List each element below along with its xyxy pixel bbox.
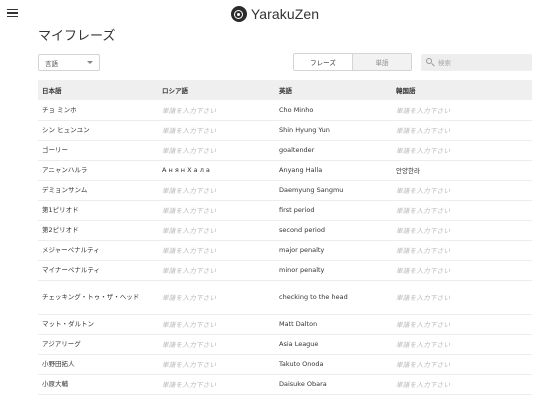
cell-russian[interactable]: 単語を入力下さい (158, 240, 275, 261)
cell-korean[interactable]: 안양한라 (392, 160, 532, 181)
brand-name: YarakuZen (250, 6, 320, 22)
cell-korean[interactable]: 単語を入力下さい (392, 220, 532, 241)
cell-russian[interactable]: 単語を入力下さい (158, 334, 275, 355)
search-box (421, 54, 532, 71)
table-row[interactable]: シン ヒュンユン 単語を入力下さい Shin Hyung Yun 単語を入力下さい (38, 120, 532, 141)
cell-english[interactable]: Cho Minho (275, 100, 392, 121)
cell-english[interactable]: Daisuke Obara (275, 374, 392, 395)
cell-russian[interactable]: 単語を入力下さい (158, 180, 275, 201)
table-row[interactable]: デミョンサンム 単語を入力下さい Daemyung Sangmu 単語を入力下さい (38, 180, 532, 201)
phrase-word-toggle: フレーズ 単語 (293, 53, 412, 71)
cell-english[interactable]: first period (275, 200, 392, 221)
cell-english[interactable]: Matt Dalton (275, 314, 392, 335)
cell-korean[interactable]: 単語を入力下さい (392, 314, 532, 335)
cell-english[interactable]: major penalty (275, 240, 392, 261)
language-select-value: 言語 (45, 59, 58, 68)
table-row[interactable]: 第2ピリオド 単語を入力下さい second period 単語を入力下さい (38, 220, 532, 241)
column-header-korean: 韓国語 (392, 80, 532, 100)
cell-russian[interactable]: 単語を入力下さい (158, 120, 275, 141)
cell-russian[interactable]: А н я н Х а л а (158, 160, 275, 181)
cell-korean[interactable]: 単語を入力下さい (392, 120, 532, 141)
table-row[interactable]: アニャンハルラ А н я н Х а л а Anyang Halla 안양한라 (38, 160, 532, 181)
cell-russian[interactable]: 単語を入力下さい (158, 140, 275, 161)
cell-russian[interactable]: 単語を入力下さい (158, 354, 275, 375)
cell-russian[interactable]: 単語を入力下さい (158, 314, 275, 335)
language-select[interactable]: 言語 (38, 54, 100, 71)
cell-russian[interactable]: 単語を入力下さい (158, 220, 275, 241)
toggle-words[interactable]: 単語 (352, 54, 411, 70)
table-row[interactable]: マイナーペナルティ 単語を入力下さい minor penalty 単語を入力下さい (38, 260, 532, 281)
cell-korean[interactable]: 単語を入力下さい (392, 180, 532, 201)
cell-japanese[interactable]: ゴーリー (38, 140, 158, 161)
cell-english[interactable]: Anyang Halla (275, 160, 392, 181)
cell-japanese[interactable]: メジャーペナルティ (38, 240, 158, 261)
cell-korean[interactable]: 単語を入力下さい (392, 354, 532, 375)
cell-japanese[interactable]: マット・ダルトン (38, 314, 158, 335)
chevron-down-icon (87, 61, 93, 64)
cell-korean[interactable]: 単語を入力下さい (392, 334, 532, 355)
cell-japanese[interactable]: アニャンハルラ (38, 160, 158, 181)
cell-russian[interactable]: 単語を入力下さい (158, 100, 275, 121)
table-header-row: 日本語 ロシア語 英語 韓国語 (38, 80, 532, 100)
cell-english[interactable]: minor penalty (275, 260, 392, 281)
cell-japanese[interactable]: 第1ピリオド (38, 200, 158, 221)
search-icon (426, 58, 435, 67)
toggle-phrases[interactable]: フレーズ (294, 54, 352, 70)
table-row[interactable]: アジアリーグ 単語を入力下さい Asia League 単語を入力下さい (38, 334, 532, 355)
cell-korean[interactable]: 単語を入力下さい (392, 260, 532, 281)
cell-korean[interactable]: 単語を入力下さい (392, 240, 532, 261)
cell-korean[interactable]: 単語を入力下さい (392, 200, 532, 221)
cell-english[interactable]: Shin Hyung Yun (275, 120, 392, 141)
cell-japanese[interactable]: 小野田拓人 (38, 354, 158, 375)
cell-japanese[interactable]: 第2ピリオド (38, 220, 158, 241)
table-row[interactable]: 第1ピリオド 単語を入力下さい first period 単語を入力下さい (38, 200, 532, 221)
cell-japanese[interactable]: 小原大輔 (38, 374, 158, 395)
brand-header: YarakuZen (0, 4, 550, 24)
table-row[interactable]: 小原大輔 単語を入力下さい Daisuke Obara 単語を入力下さい (38, 374, 532, 395)
cell-russian[interactable]: 単語を入力下さい (158, 280, 275, 315)
cell-korean[interactable]: 単語を入力下さい (392, 374, 532, 395)
page-title: マイフレーズ (38, 29, 116, 44)
cell-english[interactable]: Asia League (275, 334, 392, 355)
cell-japanese[interactable]: チョ ミンホ (38, 100, 158, 121)
cell-japanese[interactable]: シン ヒュンユン (38, 120, 158, 141)
column-header-russian: ロシア語 (158, 80, 275, 100)
cell-english[interactable]: Takuto Onoda (275, 354, 392, 375)
cell-english[interactable]: Daemyung Sangmu (275, 180, 392, 201)
table-row[interactable]: ゴーリー 単語を入力下さい goaltender 単語を入力下さい (38, 140, 532, 161)
cell-japanese[interactable]: チェッキング・トゥ・ザ・ヘッド (38, 280, 158, 315)
column-header-japanese: 日本語 (38, 80, 158, 100)
cell-english[interactable]: checking to the head (275, 280, 392, 315)
search-input[interactable] (438, 58, 528, 67)
table-row[interactable]: チョ ミンホ 単語を入力下さい Cho Minho 単語を入力下さい (38, 100, 532, 121)
table-row[interactable]: チェッキング・トゥ・ザ・ヘッド 単語を入力下さい checking to the h… (38, 280, 532, 315)
cell-japanese[interactable]: アジアリーグ (38, 334, 158, 355)
table-row[interactable]: メジャーペナルティ 単語を入力下さい major penalty 単語を入力下さい (38, 240, 532, 261)
table-row[interactable]: 小野田拓人 単語を入力下さい Takuto Onoda 単語を入力下さい (38, 354, 532, 375)
brand-logo-icon (230, 6, 247, 22)
cell-english[interactable]: goaltender (275, 140, 392, 161)
column-header-english: 英語 (275, 80, 392, 100)
cell-russian[interactable]: 単語を入力下さい (158, 374, 275, 395)
phrase-table: 日本語 ロシア語 英語 韓国語 チョ ミンホ 単語を入力下さい Cho Minho 単… (38, 80, 532, 395)
cell-english[interactable]: second period (275, 220, 392, 241)
cell-korean[interactable]: 単語を入力下さい (392, 280, 532, 315)
cell-russian[interactable]: 単語を入力下さい (158, 200, 275, 221)
table-row[interactable]: マット・ダルトン 単語を入力下さい Matt Dalton 単語を入力下さい (38, 314, 532, 335)
cell-korean[interactable]: 単語を入力下さい (392, 140, 532, 161)
cell-japanese[interactable]: マイナーペナルティ (38, 260, 158, 281)
cell-korean[interactable]: 単語を入力下さい (392, 100, 532, 121)
cell-japanese[interactable]: デミョンサンム (38, 180, 158, 201)
cell-russian[interactable]: 単語を入力下さい (158, 260, 275, 281)
